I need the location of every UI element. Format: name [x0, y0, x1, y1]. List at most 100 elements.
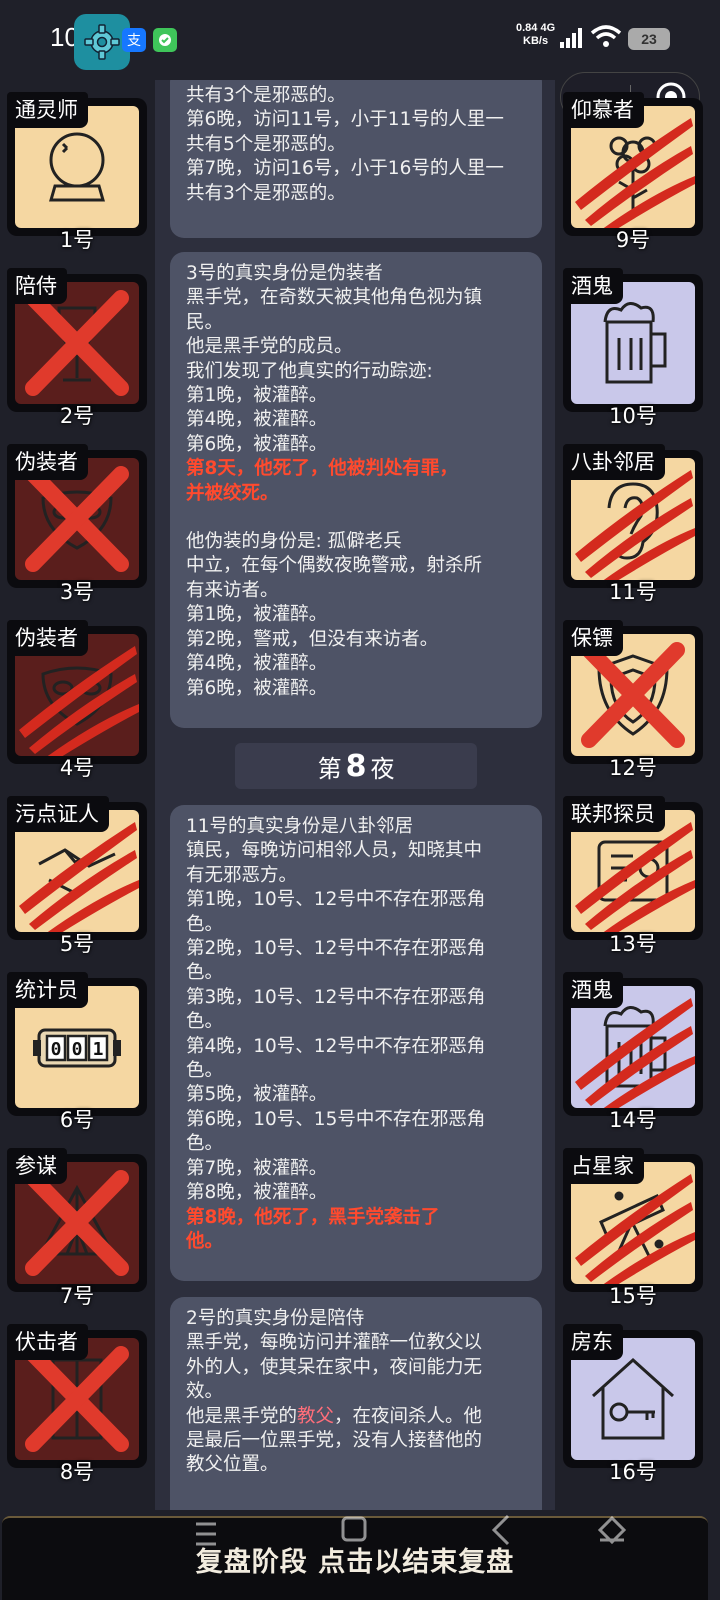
counter-digit: 0: [51, 1039, 62, 1060]
log-line: 色。: [186, 1060, 224, 1082]
log-bubble-4: 2号的真实身份是陪侍 黑手党，每晚访问并灌醉一位教父以 外的人，使其呆在家中，夜间能…: [170, 1297, 542, 1510]
log-line: 色。: [186, 913, 224, 935]
log-line: 是最后一位黑手党，没有人接替他的: [186, 1430, 483, 1452]
log-line: 色。: [186, 1011, 224, 1033]
log-line: 第1晚，被灌醉。: [186, 604, 328, 626]
player-card[interactable]: 联邦探员 13号: [563, 796, 703, 956]
player-card[interactable]: 参谋 7号: [7, 1148, 147, 1308]
player-number: 9号: [615, 228, 651, 252]
role-label: 污点证人: [7, 796, 109, 832]
player-number: 6号: [59, 1108, 95, 1132]
role-label: 八卦邻居: [563, 444, 665, 480]
log-line: 我们发现了他真实的行动踪迹:: [186, 360, 433, 382]
player-number: 16号: [609, 1460, 657, 1484]
player-number: 10号: [609, 404, 657, 428]
wifi-icon: [590, 25, 622, 47]
log-line: 效。: [186, 1381, 224, 1403]
log-line: 第6晚，被灌醉。: [186, 677, 328, 699]
player-card[interactable]: 陪侍 2号: [7, 268, 147, 428]
log-line: 他。: [186, 1230, 224, 1252]
replay-log[interactable]: 共有3个是邪恶的。 第6晚，访问11号，小于11号的人里一 共有5个是邪恶的。 第7晚…: [155, 80, 555, 1510]
player-card[interactable]: 通灵师 1号: [7, 92, 147, 252]
role-label: 联邦探员: [563, 796, 665, 832]
chat-icon: [153, 28, 177, 52]
log-bubble-3: 11号的真实身份是八卦邻居镇民，每晚访问相邻人员，知晓其中 有无邪恶方。第1晚，1…: [170, 805, 542, 1281]
night-prefix: 第: [317, 754, 342, 783]
role-label: 伪装者: [7, 444, 88, 480]
role-label: 统计员: [7, 972, 88, 1008]
player-card[interactable]: 八卦邻居 11号: [563, 444, 703, 604]
player-number: 1号: [59, 228, 95, 252]
log-line: 并被绞死。: [186, 482, 279, 504]
role-label: 伏击者: [7, 1324, 88, 1360]
log-line: 第8晚，被灌醉。: [186, 1182, 328, 1204]
status-bar: 10:25 支 0.84 4G KB/s 23: [0, 0, 720, 80]
log-line: 有无邪恶方。: [186, 864, 298, 886]
log-bubble-1: 共有3个是邪恶的。 第6晚，访问11号，小于11号的人里一 共有5个是邪恶的。 第7晚…: [170, 80, 542, 238]
night-number: 8: [345, 748, 367, 784]
log-line: 第7晚，访问16号，小于16号的人里一: [186, 158, 504, 180]
network-type: 4G: [540, 22, 556, 34]
log-line: 第2晚，10号、12号中不存在邪恶角: [186, 938, 486, 960]
player-card[interactable]: 伪装者 3号: [7, 444, 147, 604]
player-card[interactable]: 占星家 15号: [563, 1148, 703, 1308]
log-line: 共有5个是邪恶的。: [186, 133, 346, 155]
player-card[interactable]: 房东 16号: [563, 1324, 703, 1484]
log-line: 共有3个是邪恶的。: [186, 182, 346, 204]
player-card[interactable]: 酒鬼 14号: [563, 972, 703, 1132]
player-number: 3号: [59, 580, 95, 604]
end-replay-button[interactable]: 复盘阶段 点击以结束复盘: [2, 1516, 708, 1600]
player-card[interactable]: 仰慕者 9号: [563, 92, 703, 252]
log-line: 有来访者。: [186, 579, 279, 601]
player-card[interactable]: 伏击者 8号: [7, 1324, 147, 1484]
player-number: 15号: [609, 1284, 657, 1308]
log-line: 第8天，他死了，他被判处有罪，: [186, 458, 458, 480]
log-line: 第6晚，被灌醉。: [186, 433, 328, 455]
counter-digit: 1: [93, 1039, 104, 1060]
log-line: 第4晚，10号、12号中不存在邪恶角: [186, 1035, 486, 1057]
player-number: 13号: [609, 932, 657, 956]
log-line: 黑手党，每晚访问并灌醉一位教父以: [186, 1332, 483, 1354]
player-card[interactable]: 酒鬼 10号: [563, 268, 703, 428]
log-line: 镇民，每晚访问相邻人员，知晓其中: [186, 840, 483, 862]
player-number: 11号: [609, 580, 657, 604]
log-segment: 教父: [297, 1405, 335, 1427]
log-line: 3号的真实身份是伪装者: [186, 263, 383, 284]
log-line: 第1晚，被灌醉。: [186, 385, 328, 407]
log-line: 民。: [186, 311, 224, 333]
log-line: 共有3个是邪恶的。: [186, 85, 346, 106]
player-number: 8号: [59, 1460, 95, 1484]
log-line: 第5晚，被灌醉。: [186, 1084, 328, 1106]
log-line: 第6晚，访问11号，小于11号的人里一: [186, 109, 504, 131]
network-speed-value: 0.84: [516, 22, 538, 34]
log-line: 2号的真实身份是陪侍: [186, 1308, 365, 1329]
player-number: 14号: [609, 1108, 657, 1132]
log-line: 第4晚，被灌醉。: [186, 409, 328, 431]
role-label: 仰慕者: [563, 92, 644, 128]
log-line: 色。: [186, 962, 224, 984]
player-number: 12号: [609, 756, 657, 780]
player-card[interactable]: 污点证人 5号: [7, 796, 147, 956]
log-line: 第1晚，10号、12号中不存在邪恶角: [186, 889, 486, 911]
log-segment: ，在夜间杀人。他: [334, 1405, 483, 1427]
log-line: 第8晚，他死了，黑手党袭击了: [186, 1206, 440, 1228]
log-line: 11号的真实身份是八卦邻居: [186, 816, 414, 837]
alipay-icon: 支: [122, 28, 146, 52]
night-divider: 第8夜: [235, 743, 477, 789]
log-line: 色。: [186, 1133, 224, 1155]
log-line: 他伪装的身份是: 孤僻老兵: [186, 531, 402, 553]
player-card[interactable]: 伪装者 4号: [7, 620, 147, 780]
log-segment: 他是黑手党的: [186, 1405, 298, 1427]
log-line: 黑手党，在奇数天被其他角色视为镇: [186, 287, 483, 309]
log-line: 第3晚，10号、12号中不存在邪恶角: [186, 986, 486, 1008]
role-label: 占星家: [563, 1148, 644, 1184]
network-speed-unit: KB/s: [523, 35, 549, 47]
player-card[interactable]: 保镖 12号: [563, 620, 703, 780]
role-label: 酒鬼: [563, 972, 623, 1008]
player-card[interactable]: 0 0 1 统计员 6号: [7, 972, 147, 1132]
log-line: 第4晚，被灌醉。: [186, 653, 328, 675]
network-speed: 0.84 4G KB/s: [516, 22, 555, 48]
night-suffix: 夜: [370, 754, 395, 783]
log-line: 他是黑手党的成员。: [186, 336, 353, 358]
